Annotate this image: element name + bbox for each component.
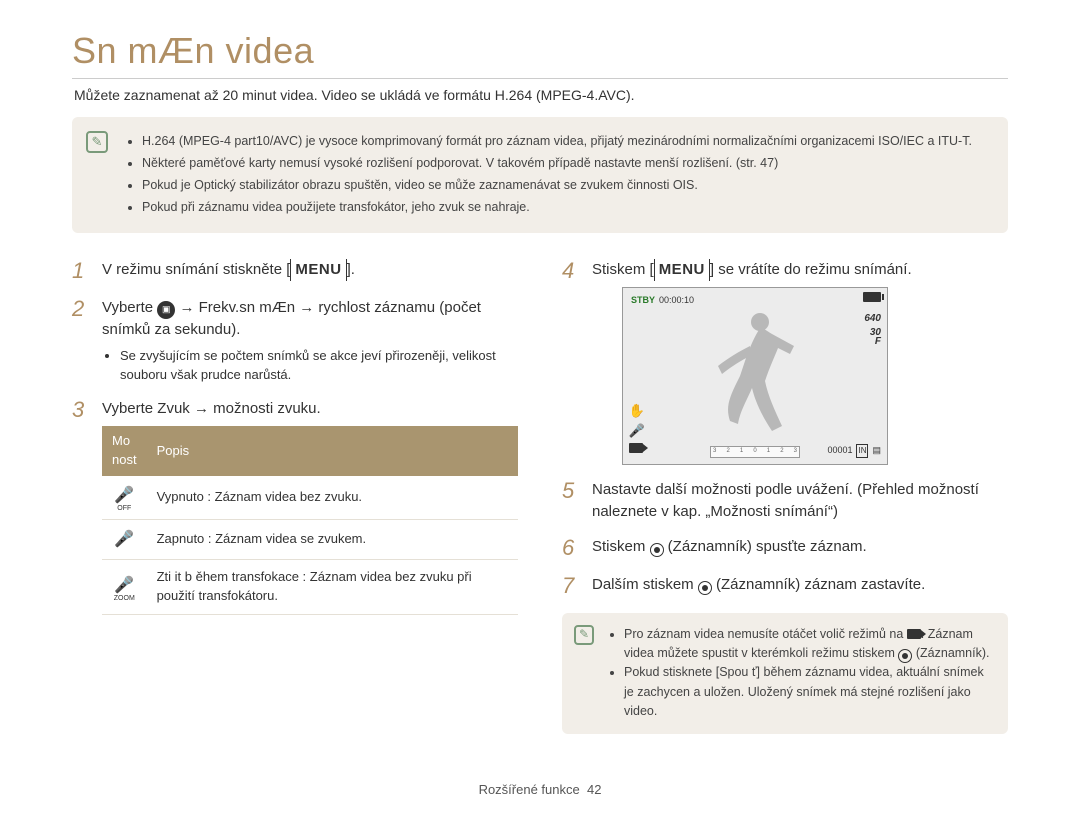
table-header-option: Mo nost (102, 426, 147, 476)
info-callout-sub: ✎ Pro záznam videa nemusíte otáčet volič… (562, 613, 1008, 734)
table-header-desc: Popis (147, 426, 518, 476)
info-callout-main: ✎ H.264 (MPEG-4 part10/AVC) je vysoce ko… (72, 117, 1008, 233)
info-icon: ✎ (86, 131, 108, 153)
menu-key-label: MENU (290, 259, 346, 281)
step-number: 2 (72, 297, 90, 384)
table-row: 🎤 Zapnuto : Záznam videa se zvukem. (102, 520, 518, 560)
video-camera-icon (629, 439, 643, 458)
title-divider (72, 78, 1008, 79)
video-camera-icon (907, 629, 921, 639)
storage-card-icon: ▤ (872, 444, 881, 457)
mic-zoom-icon: 🎤ZOOM (112, 577, 137, 601)
step-number: 4 (562, 259, 580, 465)
info-item: Některé paměťové karty nemusí vysoké roz… (142, 153, 990, 173)
mic-off-icon: 🎤OFF (112, 487, 137, 511)
record-button-icon (698, 581, 712, 595)
ois-hand-icon: ✋ (629, 404, 645, 420)
step-4-text: Stiskem [MENU] se vrátíte do režimu sním… (592, 259, 912, 465)
battery-icon (863, 292, 881, 302)
record-button-icon (898, 649, 912, 663)
step-number: 7 (562, 574, 580, 598)
table-cell: Zapnuto : Záznam videa se zvukem. (147, 520, 518, 560)
step-number: 6 (562, 536, 580, 560)
info-item: Pokud při záznamu videa použijete transf… (142, 197, 990, 217)
step-6-text: Stiskem (Záznamník) spusťte záznam. (592, 536, 867, 560)
camera-lcd-preview: STBY00:00:10 640 30F ✋ 🎤 3210123 00001 (622, 287, 888, 465)
menu-key-label: MENU (654, 259, 710, 281)
info-item: H.264 (MPEG-4 part10/AVC) je vysoce komp… (142, 131, 990, 151)
sub-info-item: Pokud stisknete [Spou ť] během záznamu v… (624, 663, 992, 721)
fps-indicator: 30F (870, 328, 881, 346)
info-item: Pokud je Optický stabilizátor obrazu spu… (142, 175, 990, 195)
info-icon: ✎ (574, 625, 594, 645)
table-cell: Zti it b ěhem transfokace : Záznam videa… (147, 560, 518, 615)
resolution-indicator: 640 (864, 312, 881, 327)
frame-counter: 00001 (827, 444, 852, 457)
step-1-text: V režimu snímání stiskněte [MENU]. (102, 259, 355, 283)
video-mode-icon: ▣ (157, 301, 175, 319)
step-5-text: Nastavte další možnosti podle uvážení. (… (592, 479, 1008, 523)
step-number: 3 (72, 398, 90, 615)
table-row: 🎤ZOOM Zti it b ěhem transfokace : Záznam… (102, 560, 518, 615)
intro-text: Můžete zaznamenat až 20 minut videa. Vid… (74, 87, 1008, 103)
mic-on-icon: 🎤 (114, 531, 134, 548)
page-title: Sn mÆn videa (72, 30, 1008, 72)
storage-in-icon: IN (856, 444, 868, 458)
step-3-text: Vyberte Zvuk → možnosti zvuku. Mo nost P… (102, 398, 518, 615)
stby-label: STBY00:00:10 (631, 294, 694, 307)
step-7-text: Dalším stiskem (Záznamník) záznam zastav… (592, 574, 925, 598)
page-footer: Rozšířené funkce 42 (0, 782, 1080, 797)
screen-footer-right: 00001 IN ▤ (827, 444, 881, 458)
exposure-scale: 3210123 (710, 446, 800, 458)
table-cell: Vypnuto : Záznam videa bez zvuku. (147, 476, 518, 520)
record-button-icon (650, 543, 664, 557)
table-row: 🎤OFF Vypnuto : Záznam videa bez zvuku. (102, 476, 518, 520)
step-2-text: Vyberte ▣ → Frekv.sn mÆn → rychlost zázn… (102, 297, 518, 384)
sub-info-item: Pro záznam videa nemusíte otáčet volič r… (624, 625, 992, 664)
screen-mic-icon: 🎤 (629, 424, 645, 440)
step-number: 5 (562, 479, 580, 523)
dancer-silhouette-icon (700, 306, 810, 446)
sound-options-table: Mo nost Popis 🎤OFF Vypnuto : Záznam vide… (102, 426, 518, 615)
step-2-note: Se zvyšujícím se počtem snímků se akce j… (120, 347, 518, 385)
step-number: 1 (72, 259, 90, 283)
